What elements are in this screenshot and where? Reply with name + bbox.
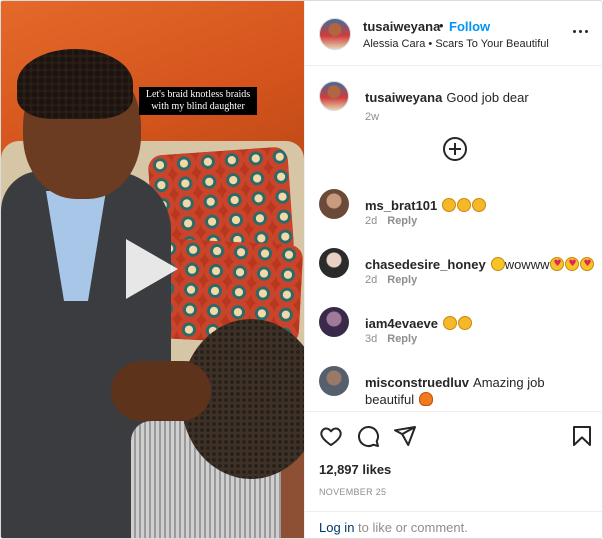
comment-text: iam4evaeve	[365, 315, 597, 332]
fire-emoji-icon	[418, 392, 433, 406]
post-actions: 12,897 likes NOVEMBER 25	[305, 411, 602, 511]
login-prompt: Log in to like or comment.	[319, 520, 468, 535]
avatar[interactable]	[319, 18, 351, 50]
comment-time[interactable]: 2d	[365, 274, 377, 286]
comment-time[interactable]: 2w	[365, 111, 379, 123]
list-item: chasedesire_honey wowww 2d Reply	[319, 248, 599, 288]
clap-emoji-icon	[472, 198, 487, 212]
author-username[interactable]: tusaiweyana	[363, 19, 440, 34]
reply-button[interactable]: Reply	[387, 274, 417, 286]
comment-time[interactable]: 3d	[365, 333, 377, 345]
reply-button[interactable]: Reply	[387, 215, 417, 227]
comment-text: misconstruedluv Amazing job beautiful	[365, 374, 597, 408]
video-mother-hair	[17, 49, 133, 119]
reply-button[interactable]: Reply	[387, 333, 417, 345]
video-hands	[111, 361, 211, 421]
post-header: tusaiweyana • Follow Alessia Cara • Scar…	[305, 1, 602, 66]
play-icon[interactable]	[126, 239, 178, 299]
heart-eyes-emoji-icon	[550, 256, 565, 273]
surprised-emoji-icon	[490, 257, 505, 271]
comment-meta: 2d Reply	[365, 215, 417, 227]
video-caption: Let's braid knotless braids with my blin…	[139, 87, 257, 115]
post-footer: Log in to like or comment.	[305, 511, 602, 538]
login-link[interactable]: Log in	[319, 520, 354, 535]
list-item: misconstruedluv Amazing job beautiful	[319, 366, 599, 411]
comment-meta: 3d Reply	[365, 333, 417, 345]
heart-icon[interactable]	[319, 424, 343, 448]
comment-username[interactable]: misconstruedluv	[365, 375, 469, 390]
clap-emoji-icon	[458, 316, 473, 330]
avatar[interactable]	[319, 366, 349, 396]
separator-dot: •	[439, 18, 444, 33]
comment-body: wowww	[504, 257, 550, 272]
clap-emoji-icon	[442, 198, 457, 212]
post-date[interactable]: NOVEMBER 25	[319, 487, 386, 497]
comment-icon[interactable]	[356, 424, 380, 448]
comment-username[interactable]: chasedesire_honey	[365, 257, 486, 272]
list-item: ms_brat101 2d Reply	[319, 189, 599, 229]
comment-username[interactable]: iam4evaeve	[365, 316, 438, 331]
more-horizontal-icon[interactable]	[571, 24, 591, 42]
post-dialog: Let's braid knotless braids with my blin…	[0, 0, 603, 539]
audio-track-link[interactable]: Alessia Cara • Scars To Your Beautiful	[363, 38, 549, 50]
post-panel: tusaiweyana • Follow Alessia Cara • Scar…	[304, 1, 602, 538]
likes-count[interactable]: 12,897 likes	[319, 462, 391, 477]
heart-eyes-emoji-icon	[580, 256, 595, 273]
video-caption-line: Let's braid knotless braids	[145, 89, 251, 100]
send-icon[interactable]	[393, 424, 417, 448]
comment-username[interactable]: ms_brat101	[365, 198, 437, 213]
video-player[interactable]: Let's braid knotless braids with my blin…	[1, 1, 304, 538]
login-prompt-text: to like or comment.	[354, 520, 468, 535]
avatar[interactable]	[319, 189, 349, 219]
comment-body: Good job dear	[446, 90, 529, 105]
comment-meta: 2w	[365, 111, 379, 123]
comment-meta: 2d Reply	[365, 274, 417, 286]
clap-emoji-icon	[443, 316, 458, 330]
video-caption-line: with my blind daughter	[151, 101, 245, 112]
bookmark-icon[interactable]	[570, 424, 594, 448]
comment-text: ms_brat101	[365, 197, 597, 214]
comment-time[interactable]: 2d	[365, 215, 377, 227]
follow-button[interactable]: Follow	[449, 19, 490, 34]
avatar[interactable]	[319, 81, 349, 111]
comment-username[interactable]: tusaiweyana	[365, 90, 442, 105]
avatar[interactable]	[319, 248, 349, 278]
list-item: iam4evaeve 3d Reply	[319, 307, 599, 347]
comment-text: chasedesire_honey wowww	[365, 256, 597, 273]
comments-list[interactable]: tusaiweyana Good job dear 2w ms_brat101 2…	[305, 67, 602, 411]
avatar[interactable]	[319, 307, 349, 337]
clap-emoji-icon	[457, 198, 472, 212]
owner-comment: tusaiweyana Good job dear 2w	[319, 81, 599, 123]
comment-text: tusaiweyana Good job dear	[365, 89, 597, 106]
heart-eyes-emoji-icon	[565, 256, 580, 273]
plus-circle-icon[interactable]	[443, 137, 467, 161]
